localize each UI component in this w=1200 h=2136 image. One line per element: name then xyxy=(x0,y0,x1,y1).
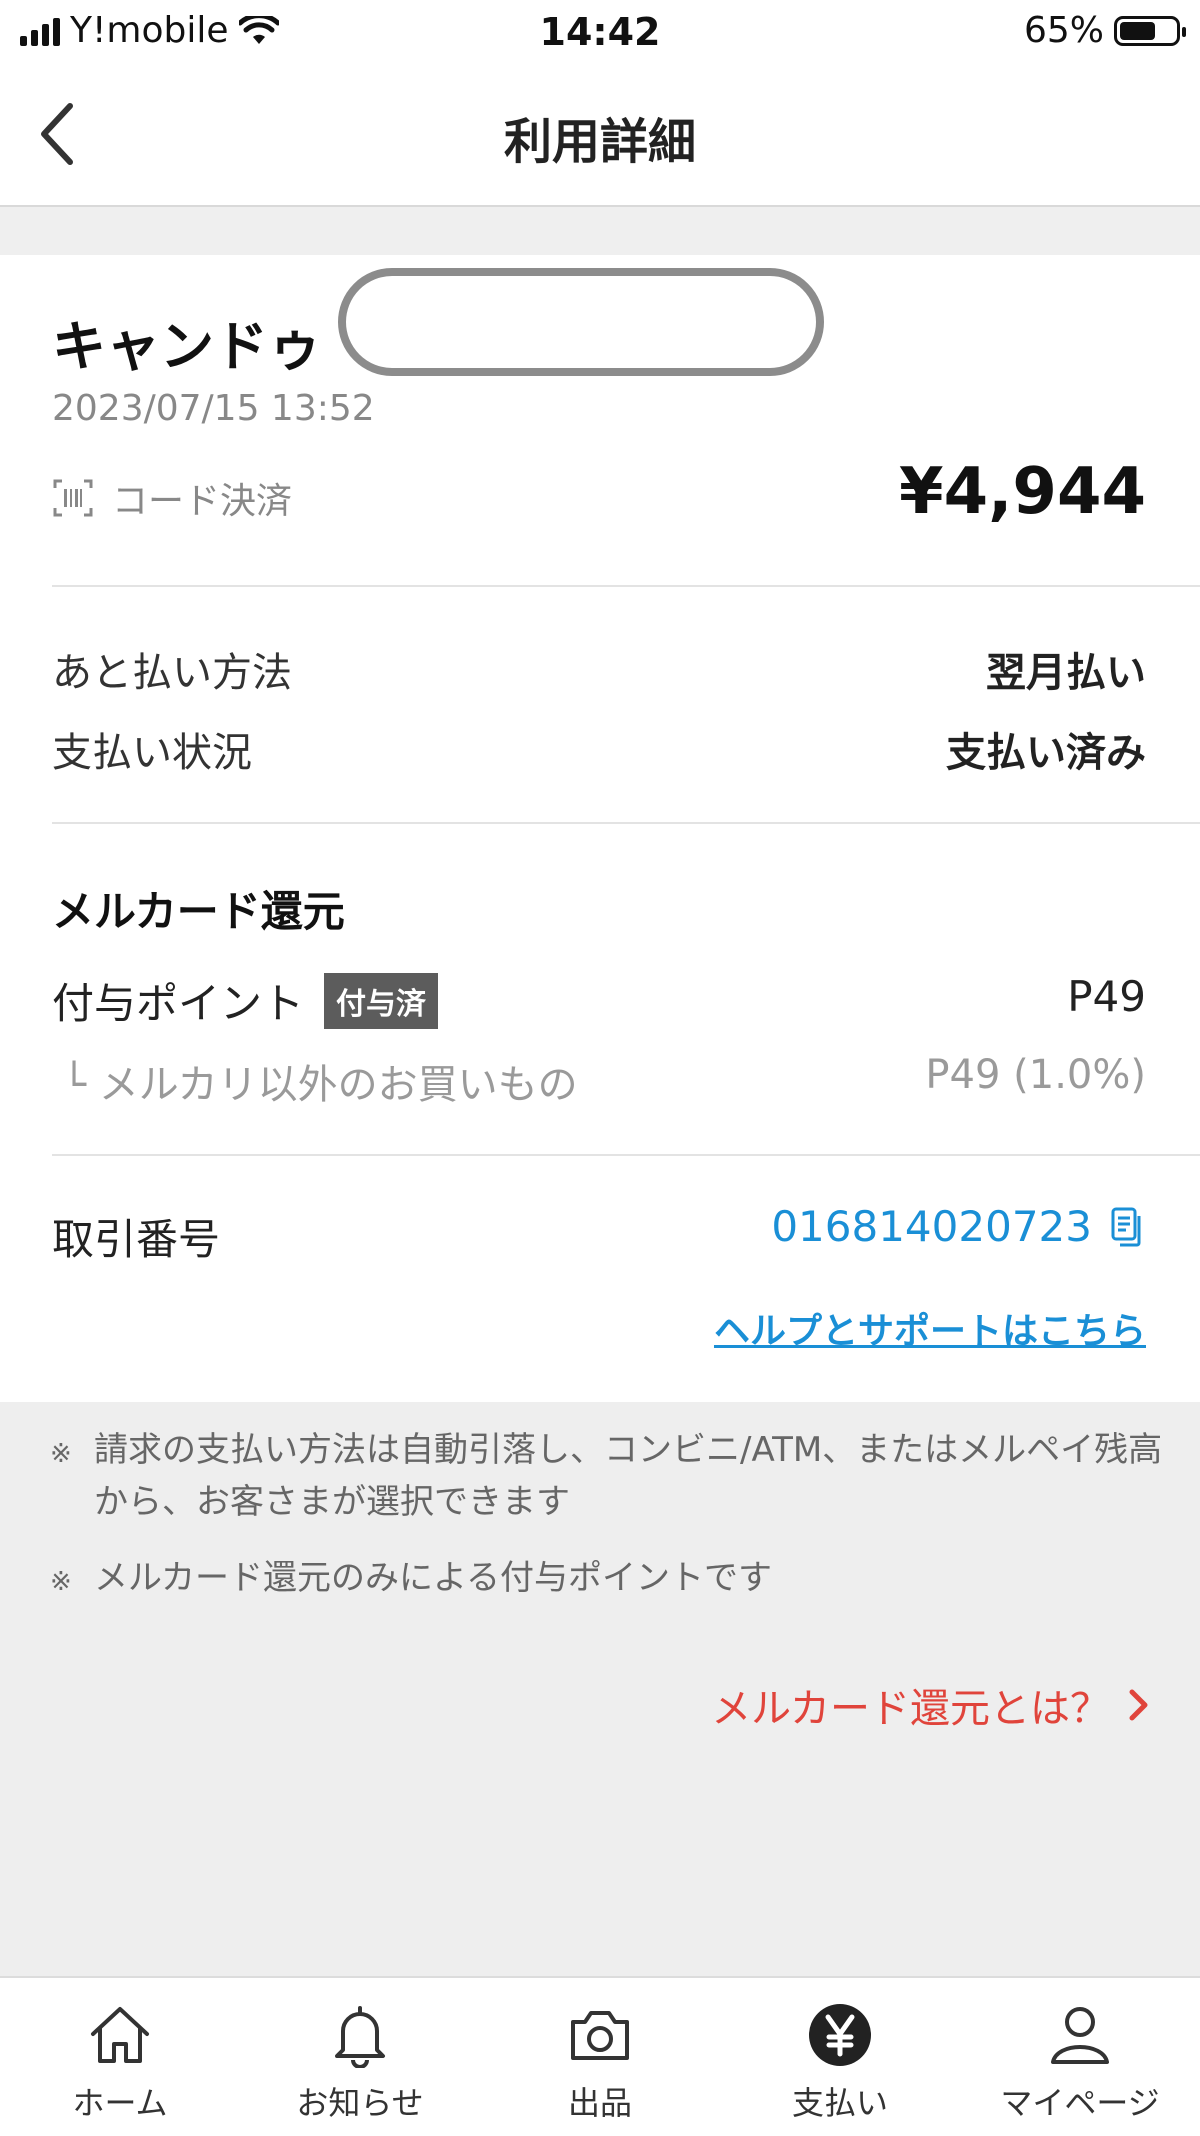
status-bar: Y!mobile 14:42 65% xyxy=(0,0,1200,64)
status-bar-right: 65% xyxy=(1023,10,1186,51)
chevron-right-icon xyxy=(1129,1689,1148,1721)
nav-sell[interactable]: 出品 xyxy=(480,1978,720,2136)
nav-label: 出品 xyxy=(567,2084,632,2122)
nav-label: お知らせ xyxy=(296,2084,424,2122)
transaction-amount: ¥4,944 xyxy=(899,455,1146,529)
nav-label: マイページ xyxy=(1000,2084,1160,2122)
transaction-id-value: 016814020723 xyxy=(771,1202,1092,1251)
divider xyxy=(52,585,1200,587)
nav-label: 支払い xyxy=(791,2084,888,2122)
home-icon xyxy=(83,1998,157,2072)
status-badge: 付与済 xyxy=(324,972,439,1029)
note-text: メルカード還元のみによる付与ポイントです xyxy=(94,1558,772,1598)
points-value: P49 xyxy=(1067,972,1146,1021)
battery-icon xyxy=(1114,15,1186,46)
note-item: ※ メルカード還元のみによる付与ポイントです xyxy=(50,1552,1174,1608)
nav-payment[interactable]: 支払い xyxy=(720,1978,960,2136)
divider xyxy=(52,1154,1200,1156)
points-breakdown-value: P49 (1.0%) xyxy=(925,1052,1146,1098)
yen-icon xyxy=(803,1998,877,2072)
transaction-id-label: 取引番号 xyxy=(52,1215,221,1264)
battery-percent: 65% xyxy=(1023,10,1104,51)
payment-status-value: 支払い済み xyxy=(946,730,1146,776)
payment-method-label: あと払い方法 xyxy=(52,650,292,696)
status-time: 14:42 xyxy=(539,10,661,54)
note-item: ※ 請求の支払い方法は自動引落し、コンビニ/ATM、またはメルペイ残高から、お客… xyxy=(50,1424,1174,1528)
points-label: 付与ポイント xyxy=(52,979,305,1028)
nav-label: ホーム xyxy=(72,2084,168,2122)
nav-home[interactable]: ホーム xyxy=(0,1978,240,2136)
camera-icon xyxy=(563,1998,637,2072)
nav-notifications[interactable]: お知らせ xyxy=(240,1978,480,2136)
transaction-datetime: 2023/07/15 13:52 xyxy=(52,388,375,429)
payment-status-label: 支払い状況 xyxy=(52,730,252,776)
rewards-info-link[interactable]: メルカード還元とは？ xyxy=(711,1676,1150,1734)
note-text: 請求の支払い方法は自動引落し、コンビニ/ATM、またはメルペイ残高から、お客さま… xyxy=(94,1430,1163,1522)
bell-icon xyxy=(323,1998,397,2072)
person-icon xyxy=(1043,1998,1117,2072)
payment-type: コード決済 xyxy=(52,472,292,524)
header: 利用詳細 xyxy=(0,64,1200,207)
nav-mypage[interactable]: マイページ xyxy=(960,1978,1200,2136)
points-row: 付与ポイント 付与済 xyxy=(52,970,439,1031)
payment-type-label: コード決済 xyxy=(112,481,293,522)
section-spacer xyxy=(0,207,1200,255)
help-support-link[interactable]: ヘルプとサポートはこちら xyxy=(714,1302,1146,1354)
note-mark: ※ xyxy=(50,1567,72,1597)
page-title: 利用詳細 xyxy=(503,114,696,170)
bottom-nav: ホーム お知らせ 出品 支払い マイページ xyxy=(0,1976,1200,2136)
note-mark: ※ xyxy=(50,1439,72,1469)
merchant-name: キャンドゥ xyxy=(52,315,322,378)
copy-icon[interactable] xyxy=(1110,1206,1146,1248)
barcode-icon xyxy=(53,479,93,517)
transaction-id-copy[interactable]: 016814020723 xyxy=(771,1202,1146,1251)
divider xyxy=(52,822,1200,824)
payment-method-value: 翌月払い xyxy=(986,650,1146,696)
rewards-section-title: メルカード還元 xyxy=(52,887,345,936)
redaction-mark xyxy=(338,268,824,376)
rewards-info-label: メルカード還元とは？ xyxy=(711,1686,1110,1732)
points-breakdown-label: └ メルカリ以外のお買いもの xyxy=(62,1062,578,1108)
